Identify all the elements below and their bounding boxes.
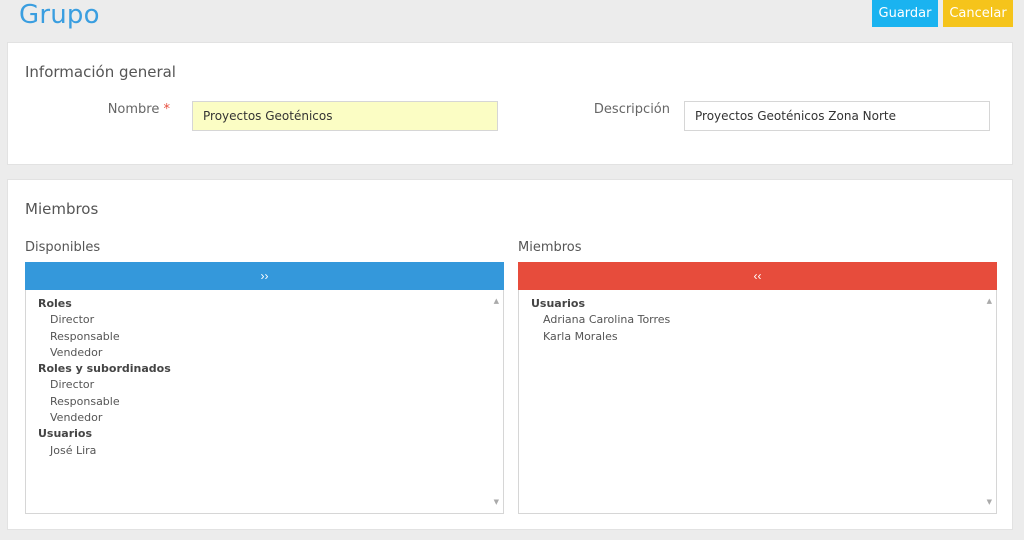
cancel-button[interactable]: Cancelar (943, 0, 1013, 27)
description-label: Descripción (593, 102, 670, 117)
list-group-header: Roles y subordinados (38, 362, 171, 376)
list-item[interactable]: Adriana Carolina Torres (531, 312, 984, 328)
list-item[interactable]: José Lira (38, 443, 491, 459)
name-label: Nombre * (98, 102, 170, 117)
list-item[interactable]: Vendedor (38, 345, 491, 361)
members-title: Miembros (25, 200, 99, 218)
name-label-text: Nombre (107, 102, 160, 117)
list-item[interactable]: Director (38, 377, 491, 393)
scroll-up-icon[interactable]: ▲ (987, 293, 992, 309)
save-button[interactable]: Guardar (872, 0, 938, 27)
list-item[interactable]: Director (38, 312, 491, 328)
general-info-panel: Información general Nombre * Proyectos G… (7, 42, 1013, 165)
list-group-header: Roles (38, 297, 72, 310)
list-item[interactable]: Responsable (38, 394, 491, 410)
scroll-down-icon[interactable]: ▼ (494, 494, 499, 510)
list-item[interactable]: Vendedor (38, 410, 491, 426)
page-title: Grupo (19, 0, 100, 30)
description-field[interactable]: Proyectos Geoténicos Zona Norte (684, 101, 990, 131)
list-group-header: Usuarios (531, 297, 586, 310)
available-label: Disponibles (25, 240, 101, 255)
list-group-header: Usuarios (38, 427, 93, 441)
members-panel: Miembros Disponibles Miembros ›› ‹‹ Role… (7, 179, 1013, 530)
add-members-button[interactable]: ›› (25, 262, 504, 290)
scroll-up-icon[interactable]: ▲ (494, 293, 499, 309)
list-item[interactable]: Karla Morales (531, 329, 984, 345)
available-list[interactable]: Roles Director Responsable Vendedor Role… (25, 290, 504, 514)
name-field[interactable]: Proyectos Geoténicos (192, 101, 498, 131)
list-item[interactable]: Responsable (38, 329, 491, 345)
selected-label: Miembros (518, 240, 582, 255)
scroll-down-icon[interactable]: ▼ (987, 494, 992, 510)
selected-list[interactable]: Usuarios Adriana Carolina Torres Karla M… (518, 290, 997, 514)
remove-members-button[interactable]: ‹‹ (518, 262, 997, 290)
required-mark: * (163, 102, 171, 117)
general-info-title: Información general (25, 63, 176, 81)
